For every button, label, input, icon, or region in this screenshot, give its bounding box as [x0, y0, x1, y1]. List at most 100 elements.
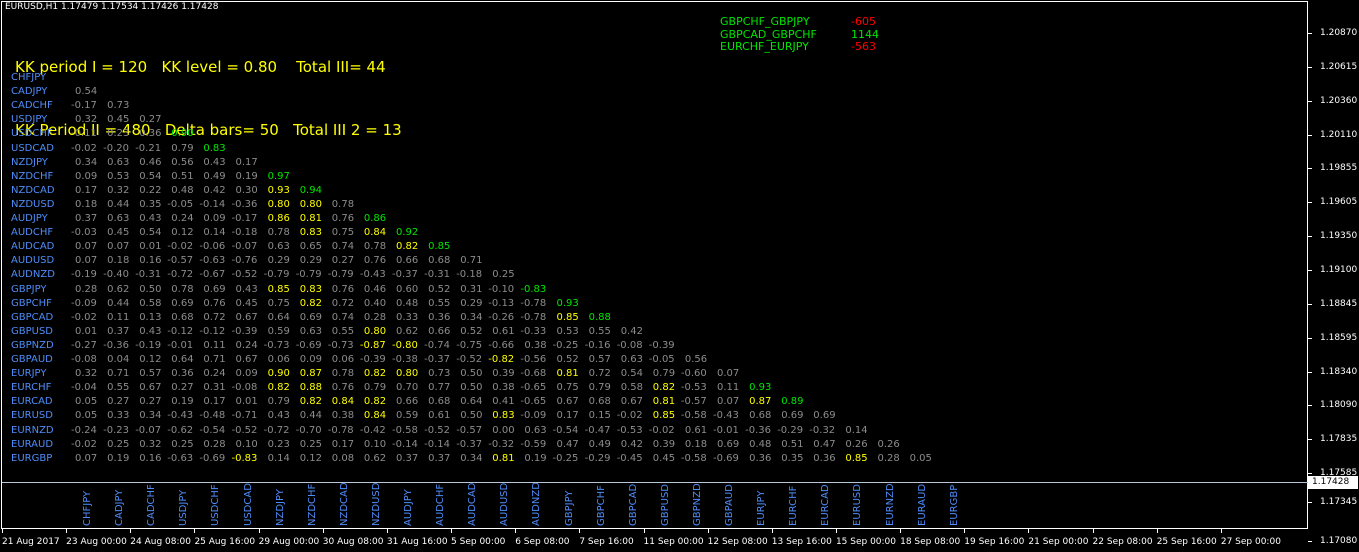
correlation-cell: -0.76 [231, 255, 258, 267]
correlation-cell: 0.32 [75, 114, 98, 126]
correlation-cell: 0.86 [267, 213, 290, 224]
correlation-cell: 0.33 [396, 311, 419, 323]
correlation-cell: -0.53 [680, 382, 707, 394]
row-label: EURNZD [11, 424, 54, 436]
price-tick-label: 1.18595 [1320, 332, 1358, 343]
correlation-cell: 0.36 [171, 368, 194, 380]
correlation-cell: -0.29 [777, 424, 804, 436]
correlation-cell: 0.16 [139, 452, 162, 464]
current-price-label: 1.17428 [1308, 476, 1358, 489]
correlation-cell: 0.39 [492, 368, 515, 380]
correlation-cell: 0.15 [588, 410, 611, 422]
correlation-cell: 0.50 [460, 368, 483, 380]
correlation-cell: 0.47 [556, 438, 579, 450]
correlation-cell: 0.72 [588, 368, 611, 380]
correlation-cell: -0.79 [263, 269, 290, 281]
price-tick [1308, 337, 1312, 339]
time-tick [386, 529, 388, 533]
time-tick [451, 529, 453, 533]
correlation-cell: -0.38 [392, 354, 418, 365]
correlation-cell: -0.32 [488, 438, 515, 450]
column-label-text: USDCHF [210, 484, 222, 526]
correlation-cell: -0.03 [71, 227, 97, 239]
time-tick-label: 29 Aug 00:00 [258, 537, 320, 547]
correlation-cell: 0.78 [267, 227, 290, 239]
correlation-cell: 0.55 [331, 325, 355, 337]
correlation-cell: -0.52 [456, 354, 483, 365]
correlation-cell: -0.12 [167, 325, 194, 337]
correlation-cell: -0.31 [135, 269, 162, 281]
correlation-cell: 0.05 [909, 452, 932, 464]
correlation-cell: 0.42 [620, 438, 643, 450]
row-label: GBPAUD [11, 354, 53, 365]
column-label: EURAUD [915, 482, 929, 526]
correlation-cell: 0.45 [235, 297, 258, 309]
correlation-cell: 0.07 [75, 241, 98, 253]
correlation-cell: 0.83 [492, 410, 515, 422]
correlation-cell: -0.68 [520, 368, 547, 380]
correlation-cell: 0.72 [203, 311, 226, 323]
correlation-cell: 0.33 [107, 410, 130, 422]
correlation-cell: -0.08 [616, 339, 643, 351]
correlation-cell: 0.27 [139, 396, 162, 408]
correlation-cell: 0.19 [235, 170, 258, 182]
time-tick [515, 529, 517, 533]
column-label: GBPUSD [658, 482, 672, 526]
row-label: AUDCHF [11, 227, 54, 239]
time-tick [1028, 529, 1030, 533]
correlation-cell: -0.58 [392, 424, 418, 436]
time-tick-label: 25 Aug 16:00 [194, 537, 256, 547]
correlation-cell: 0.44 [107, 297, 130, 309]
row-label: USDCAD [11, 142, 54, 154]
column-label-text: GBPNZD [691, 483, 703, 526]
price-tick [1308, 134, 1312, 136]
correlation-cell: 0.12 [299, 452, 322, 464]
correlation-cell: 0.28 [877, 452, 900, 464]
row-label: CADCHF [11, 100, 53, 112]
column-label-text: EURAUD [916, 483, 928, 526]
correlation-cell: 0.42 [620, 325, 643, 337]
time-tick [707, 529, 709, 533]
price-tick-label: 1.19605 [1320, 197, 1358, 208]
correlation-cell: 0.67 [556, 396, 579, 408]
correlation-cell: -0.40 [103, 269, 129, 281]
correlation-cell: 0.85 [652, 410, 676, 422]
correlation-cell: -0.20 [103, 142, 129, 154]
correlation-cell: 0.32 [107, 184, 130, 196]
correlation-cell: 0.17 [556, 410, 579, 422]
price-tick-label: 1.20870 [1320, 28, 1358, 38]
correlation-cell: -0.37 [456, 438, 483, 450]
correlation-cell: 0.29 [460, 297, 483, 309]
correlation-cell: 0.17 [235, 156, 258, 168]
correlation-cell: 0.68 [428, 396, 451, 408]
correlation-cell: 0.67 [235, 354, 258, 365]
correlation-cell: -0.47 [584, 424, 611, 436]
pair-value: -563 [851, 40, 876, 53]
correlation-cell: 0.68 [588, 396, 611, 408]
correlation-cell: 0.49 [588, 438, 611, 450]
mt4-chart-window[interactable]: EURUSD,H1 1.17479 1.17534 1.17426 1.1742… [0, 0, 1359, 552]
correlation-cell: -0.78 [520, 311, 547, 323]
correlation-cell: 0.85 [556, 311, 579, 323]
price-tick-label: 1.18845 [1320, 298, 1358, 309]
column-label: GBPCHF [594, 482, 608, 526]
column-label: USDCHF [208, 482, 222, 526]
correlation-cell: 0.78 [171, 283, 194, 295]
column-label-text: AUDCAD [467, 482, 479, 526]
price-tick-label: 1.20615 [1320, 61, 1358, 72]
correlation-cell: 0.93 [267, 184, 290, 196]
correlation-cell: 0.43 [235, 283, 258, 295]
correlation-cell: 0.75 [331, 227, 355, 239]
correlation-cell: -0.63 [199, 255, 226, 267]
correlation-cell: -0.80 [392, 339, 418, 351]
correlation-cell: 0.78 [331, 198, 355, 210]
correlation-cell: 0.88 [299, 382, 322, 394]
correlation-cell: -0.10 [488, 283, 515, 295]
pair-name: EURCHF_EURJPY [720, 40, 809, 53]
column-label-text: NZDCHF [306, 483, 318, 526]
correlation-cell: 0.66 [396, 255, 419, 267]
correlation-cell: -0.54 [199, 424, 226, 436]
correlation-cell: 0.31 [203, 382, 226, 394]
correlation-cell: -0.48 [199, 410, 226, 422]
correlation-cell: 0.31 [460, 283, 483, 295]
